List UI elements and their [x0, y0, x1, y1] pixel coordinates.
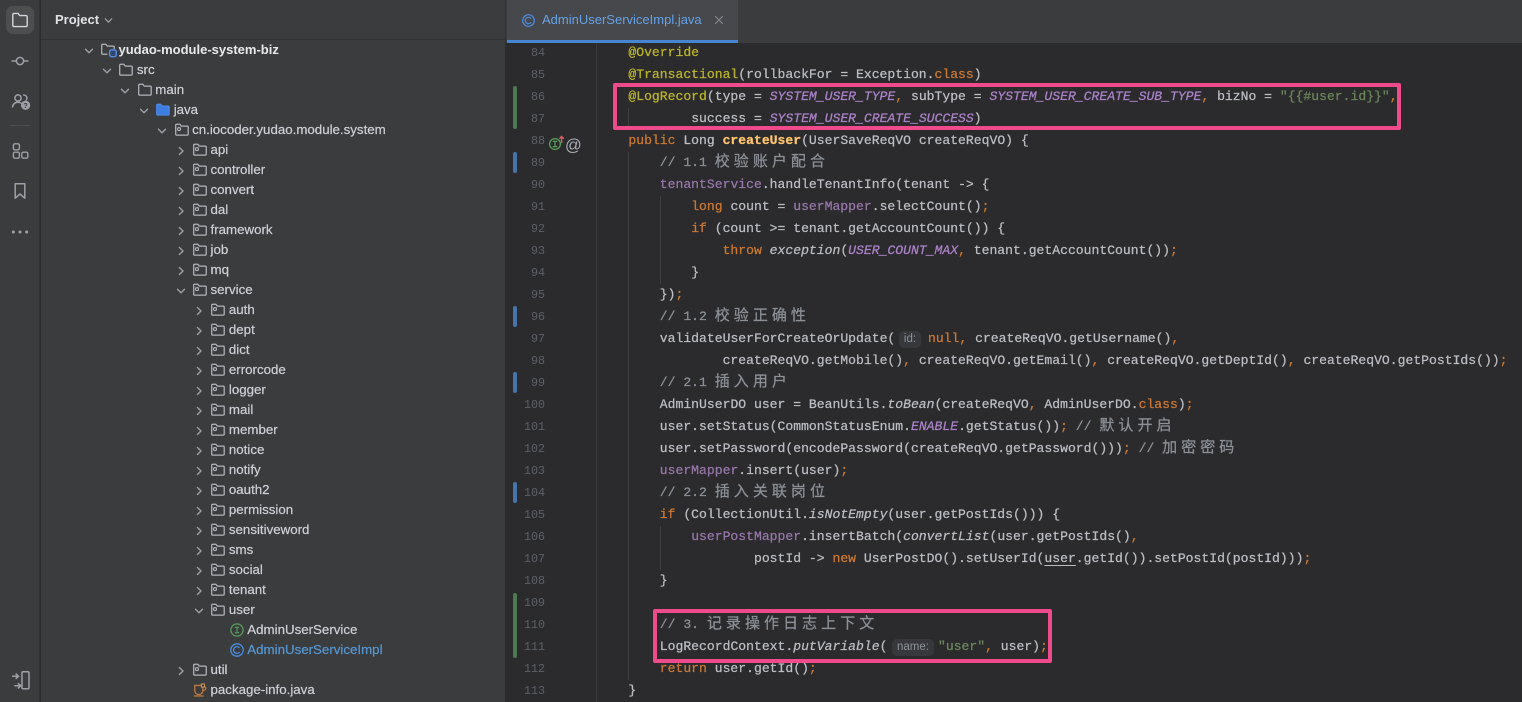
svg-text:@: @ — [565, 137, 582, 155]
